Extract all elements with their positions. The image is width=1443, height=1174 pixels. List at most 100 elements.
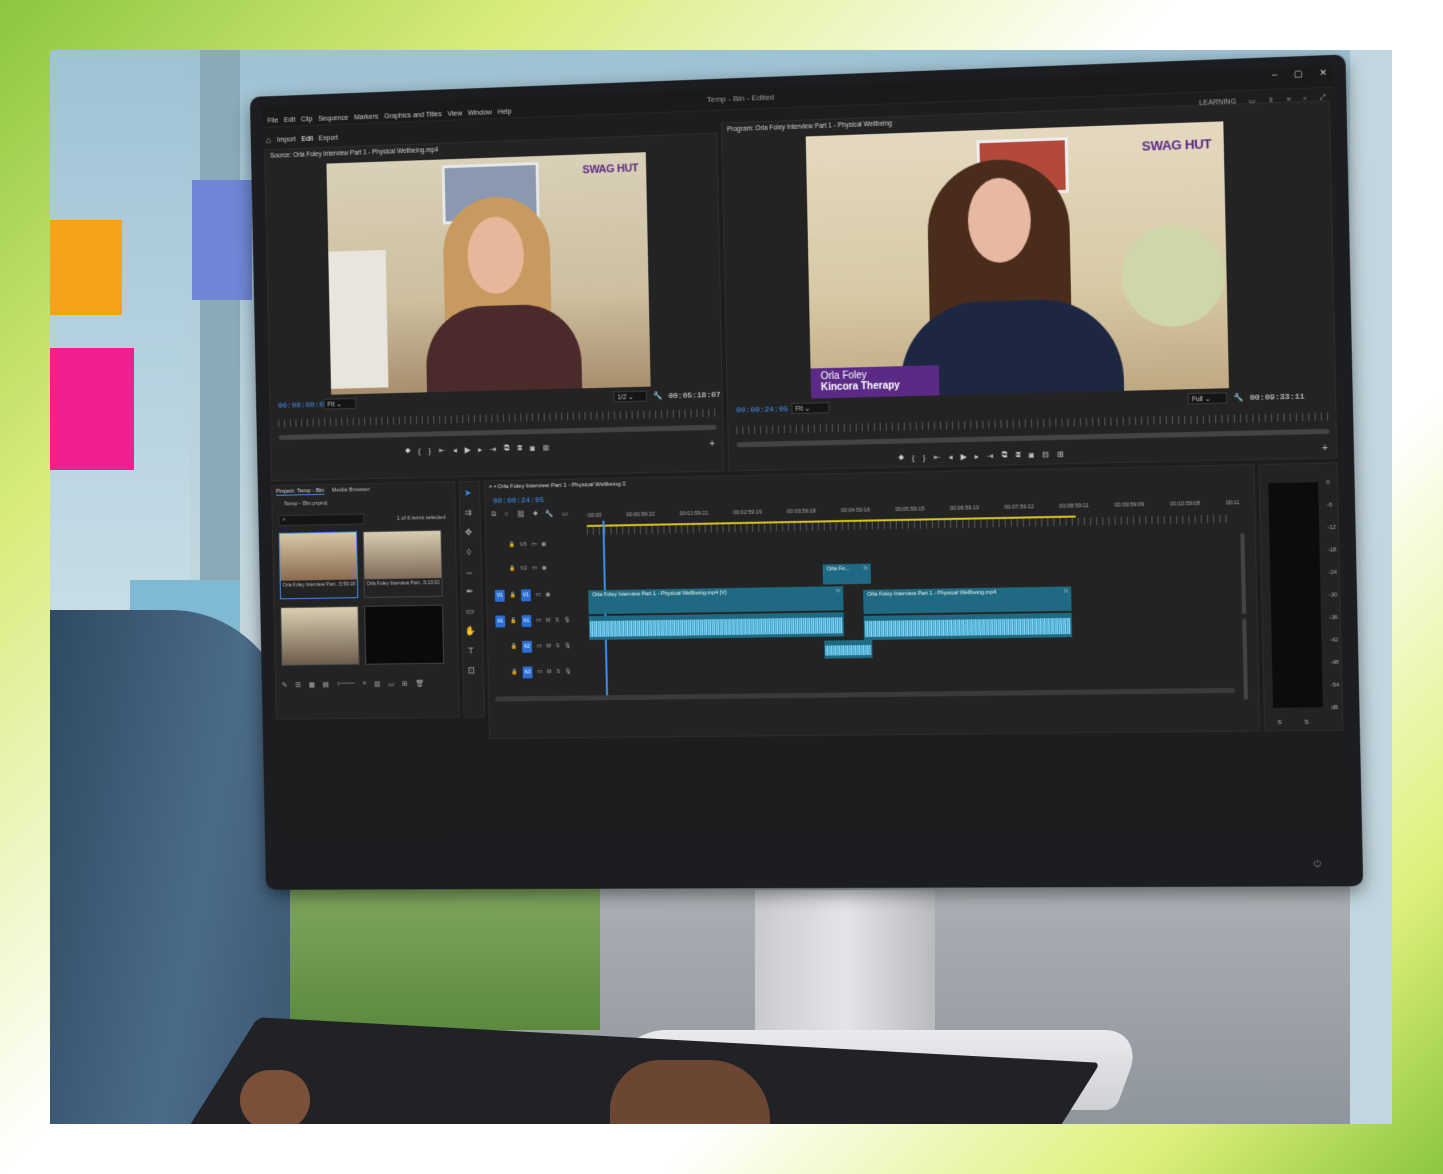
program-timecode[interactable]: 00:00:24:05 — [736, 405, 789, 415]
menu-window[interactable]: Window — [468, 109, 492, 117]
sync-icon[interactable]: ▭ — [536, 618, 541, 624]
lock-icon[interactable]: 🔓 — [509, 593, 516, 599]
project-item[interactable]: Orla Foley Interview Part... 5:59:18 — [278, 531, 359, 600]
go-to-in-icon[interactable]: ⇤ — [439, 445, 446, 454]
mute-button[interactable]: M — [546, 643, 551, 649]
camera-icon[interactable]: ◙ — [530, 443, 535, 452]
comparison-icon[interactable]: ⊟ — [1042, 450, 1049, 459]
settings-icon[interactable]: 🔧 — [545, 510, 554, 518]
menu-file[interactable]: File — [267, 117, 278, 124]
menu-markers[interactable]: Markers — [354, 114, 378, 122]
mark-in-icon[interactable]: { — [912, 453, 915, 462]
source-patch-v1[interactable]: V1 — [494, 589, 505, 602]
track-name[interactable]: A2 — [521, 640, 532, 653]
automate-icon[interactable]: ▥ — [374, 680, 380, 688]
project-search-input[interactable]: ⌕ — [278, 513, 365, 527]
snap-icon[interactable]: ∩ — [504, 511, 509, 519]
mark-out-icon[interactable]: } — [428, 446, 431, 455]
rectangle-icon[interactable]: ▭ — [462, 606, 478, 620]
mic-icon[interactable]: 🎙 — [564, 617, 571, 623]
lock-icon[interactable]: 🔓 — [508, 542, 515, 548]
project-item[interactable] — [364, 604, 445, 665]
solo-button[interactable]: S — [556, 643, 560, 649]
video-clip-v1-b[interactable]: Orla Foley Interview Part 1 - Physical W… — [863, 586, 1072, 614]
solo-right-button[interactable]: S — [1304, 720, 1308, 726]
menu-sequence[interactable]: Sequence — [318, 115, 348, 123]
track-name[interactable]: A1 — [521, 615, 532, 628]
source-resolution-dropdown[interactable]: 1/2 ⌄ — [613, 390, 648, 403]
eye-icon[interactable]: ◉ — [545, 592, 550, 598]
sync-icon[interactable]: ▭ — [532, 566, 537, 572]
marker-icon[interactable]: ⬥ — [405, 446, 411, 456]
pen-icon[interactable]: ✒ — [462, 586, 478, 600]
source-zoom-bar[interactable] — [278, 424, 717, 441]
tab-export[interactable]: Export — [319, 134, 338, 142]
trash-icon[interactable]: 🗑 — [415, 680, 424, 688]
marker-icon[interactable]: ⬥ — [898, 453, 904, 463]
menu-edit[interactable]: Edit — [284, 117, 296, 124]
extract-icon[interactable]: ⧈ — [1016, 450, 1021, 460]
tab-media-browser[interactable]: Media Browser — [332, 487, 370, 495]
program-resolution-dropdown[interactable]: Full ⌄ — [1187, 392, 1228, 405]
play-icon[interactable]: ▶ — [960, 452, 966, 461]
timeline-timecode[interactable]: 00:00:24:05 — [493, 496, 544, 506]
sort-icon[interactable]: ≡ — [362, 680, 366, 688]
icon-view-icon[interactable]: ▦ — [309, 681, 315, 689]
eye-icon[interactable]: ◉ — [541, 542, 546, 548]
step-forward-icon[interactable]: ▸ — [478, 445, 482, 454]
track-name[interactable]: A3 — [522, 666, 533, 679]
slip-icon[interactable]: ↔ — [461, 567, 477, 581]
go-to-out-icon[interactable]: ⇥ — [490, 444, 497, 453]
sync-icon[interactable]: ▭ — [537, 669, 542, 675]
source-ruler[interactable] — [278, 408, 717, 428]
program-fit-dropdown[interactable]: Fit ⌄ — [791, 402, 830, 415]
mark-out-icon[interactable]: } — [923, 453, 926, 462]
mark-in-icon[interactable]: { — [418, 446, 421, 455]
wrench-icon[interactable]: 🔧 — [653, 391, 663, 400]
power-icon[interactable]: ⏻ — [1313, 859, 1321, 870]
video-track-scrollbar[interactable] — [1240, 532, 1247, 615]
vr-icon[interactable]: ⊞ — [1057, 449, 1064, 458]
captions-icon[interactable]: ⊡ — [463, 665, 479, 679]
mic-icon[interactable]: 🎙 — [565, 669, 572, 675]
play-icon[interactable]: ▶ — [464, 445, 470, 454]
mute-button[interactable]: M — [546, 618, 551, 624]
insert-icon[interactable]: ⧉ — [504, 444, 510, 454]
mic-icon[interactable]: 🎙 — [564, 643, 571, 649]
razor-icon[interactable]: ◊ — [461, 547, 477, 561]
lift-icon[interactable]: ⧉ — [1002, 450, 1008, 460]
eye-icon[interactable]: ◉ — [542, 565, 547, 571]
new-item-icon[interactable]: ⊞ — [402, 680, 408, 688]
sync-icon[interactable]: ▭ — [536, 592, 541, 598]
video-clip-v1-a[interactable]: Orla Foley Interview Part 1 - Physical W… — [588, 586, 844, 615]
source-timecode[interactable]: 00:00:00:00 — [278, 401, 328, 411]
source-patch-a1[interactable]: A1 — [495, 615, 506, 628]
tab-import[interactable]: Import — [277, 136, 296, 144]
nest-icon[interactable]: ⧉ — [491, 511, 496, 519]
project-item[interactable] — [280, 605, 360, 666]
step-back-icon[interactable]: ◂ — [948, 452, 952, 461]
source-fit-dropdown[interactable]: Fit ⌄ — [323, 397, 357, 410]
track-name[interactable]: V1 — [520, 589, 531, 602]
linked-selection-icon[interactable]: ⛓ — [517, 510, 526, 518]
audio-clip-a1-b[interactable] — [863, 612, 1073, 641]
audio-clip-a2[interactable] — [824, 639, 873, 659]
audio-clip-a1-a[interactable] — [588, 612, 845, 640]
list-view-icon[interactable]: ☰ — [295, 681, 301, 689]
project-item[interactable]: Orla Foley Interview Part... 5:13:02 — [362, 529, 443, 599]
wrench-icon[interactable]: 🔧 — [1233, 393, 1243, 402]
ripple-edit-icon[interactable]: ✥ — [461, 527, 477, 541]
add-button-icon[interactable]: + — [709, 439, 715, 450]
solo-button[interactable]: S — [555, 618, 559, 624]
go-to-in-icon[interactable]: ⇤ — [933, 452, 940, 461]
zoom-slider[interactable]: ○─── — [336, 681, 354, 689]
new-bin-icon[interactable]: ▭ — [388, 680, 394, 688]
track-select-icon[interactable]: ⇉ — [460, 507, 476, 521]
solo-button[interactable]: S — [556, 669, 560, 675]
camera-icon[interactable]: ◙ — [1029, 450, 1034, 459]
step-back-icon[interactable]: ◂ — [453, 445, 457, 454]
menu-clip[interactable]: Clip — [301, 116, 313, 123]
add-marker-icon[interactable]: ⬥ — [533, 510, 538, 518]
pencil-icon[interactable]: ✎ — [282, 681, 288, 689]
lock-icon[interactable]: 🔓 — [510, 618, 517, 624]
